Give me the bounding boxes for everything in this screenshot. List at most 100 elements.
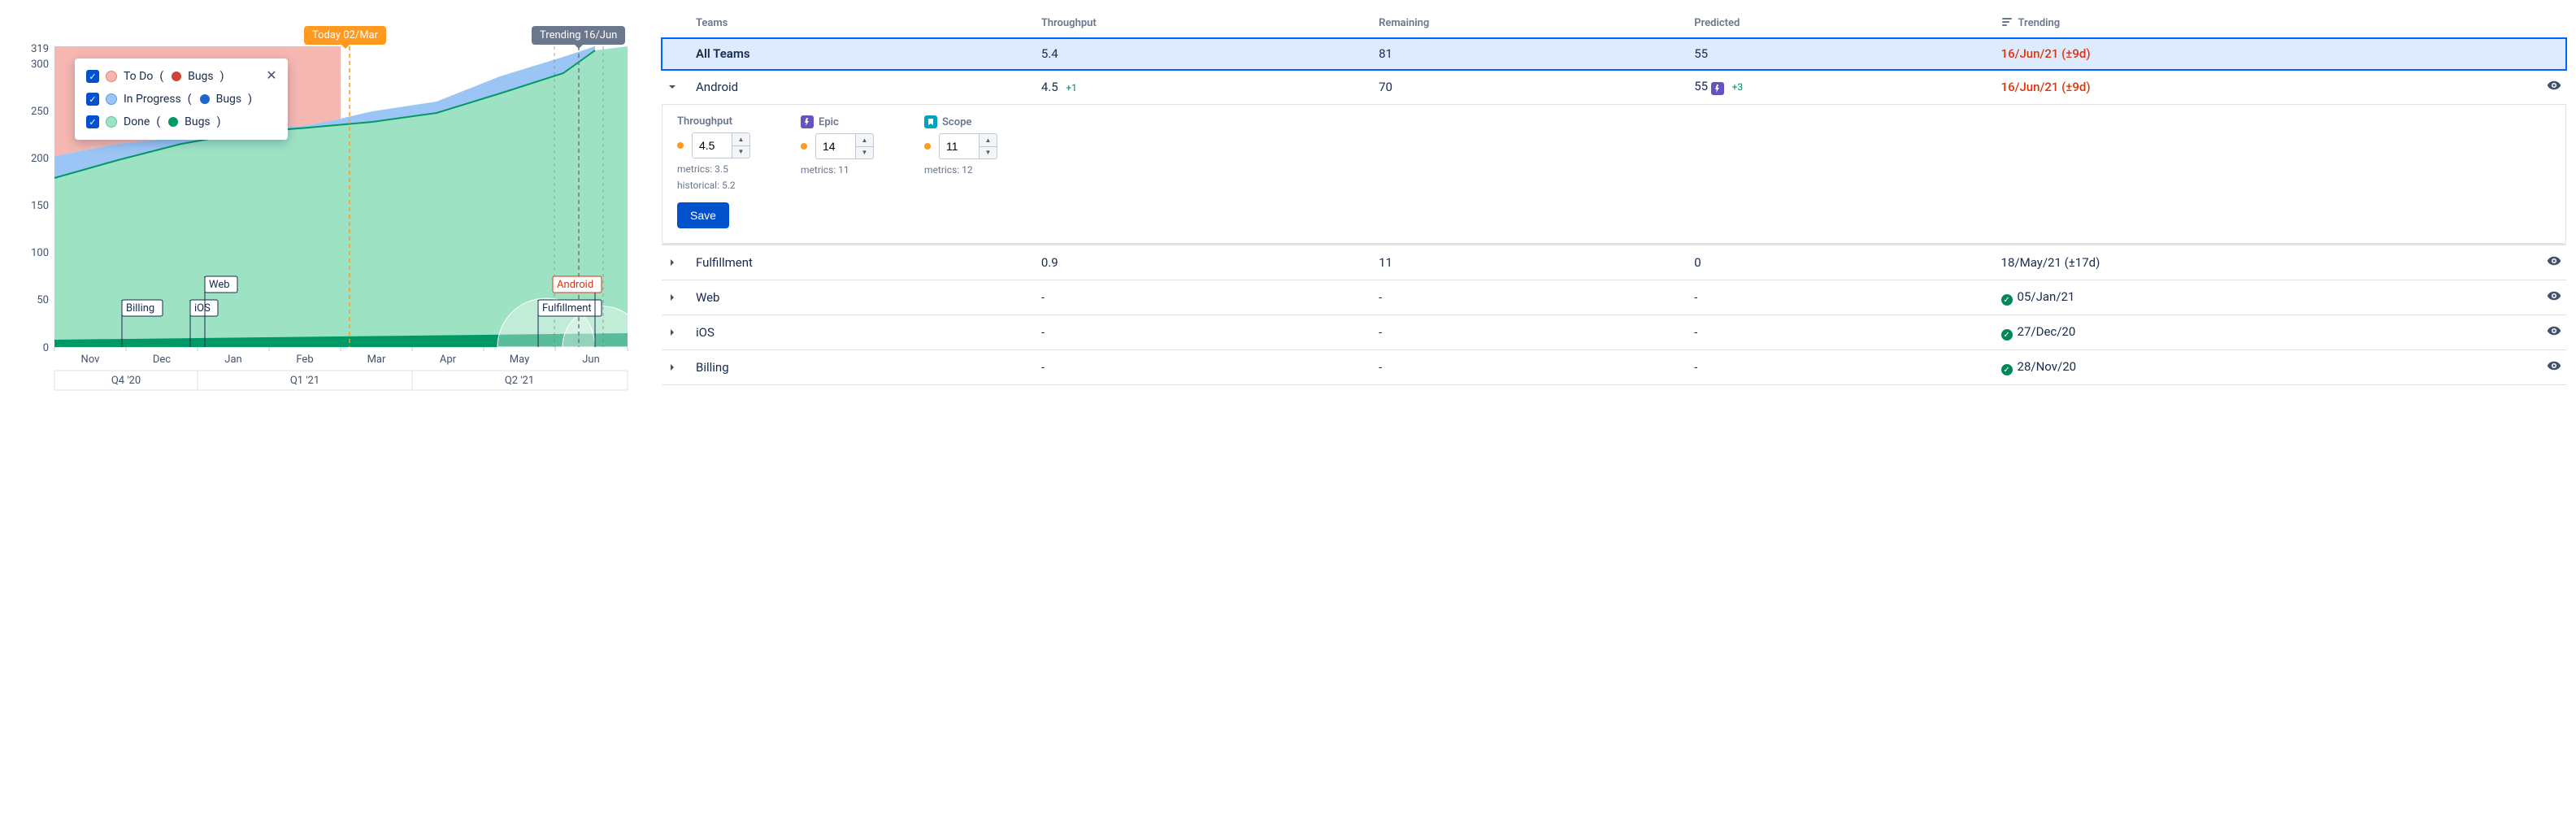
svg-text:Apr: Apr	[440, 354, 457, 366]
svg-text:Fulfillment: Fulfillment	[542, 302, 592, 315]
chevron-right-icon[interactable]	[665, 325, 680, 340]
checkbox-icon[interactable]: ✓	[86, 70, 99, 83]
table-row[interactable]: Fulfillment0.911018/May/21 (±17d)	[662, 245, 2566, 280]
cell-trending: 18/May/21 (±17d)	[1993, 245, 2537, 280]
epic-input[interactable]	[816, 134, 855, 158]
x-axis-months: Nov Dec Jan Feb Mar Apr May Jun	[54, 347, 628, 366]
save-button[interactable]: Save	[677, 202, 729, 228]
eye-icon[interactable]	[2547, 292, 2561, 306]
cell-team: iOS	[688, 315, 1033, 350]
svg-text:Dec: Dec	[153, 354, 171, 366]
cell-predicted: 55 +3	[1686, 70, 1992, 105]
svg-text:200: 200	[31, 153, 49, 165]
sort-icon	[2001, 16, 2013, 28]
cell-predicted: 0	[1686, 245, 1992, 280]
col-teams[interactable]: Teams	[688, 10, 1033, 38]
eye-icon[interactable]	[2547, 81, 2561, 96]
eye-icon[interactable]	[2547, 257, 2561, 271]
chevron-right-icon[interactable]	[665, 290, 680, 305]
metric-hint: metrics: 11	[801, 164, 898, 176]
svg-text:Jun: Jun	[582, 354, 600, 366]
svg-text:Mar: Mar	[367, 354, 386, 366]
legend-item-todo[interactable]: ✓ To Do ( Bugs )	[86, 70, 252, 83]
svg-text:Android: Android	[557, 279, 593, 291]
col-predicted[interactable]: Predicted	[1686, 10, 1992, 38]
chevron-down-icon[interactable]	[665, 80, 680, 94]
override-indicator-icon	[677, 142, 684, 149]
col-visibility	[2537, 10, 2566, 38]
cell-remaining: 81	[1371, 38, 1686, 70]
field-label: Throughput	[677, 115, 775, 128]
close-icon[interactable]: ✕	[263, 67, 280, 83]
step-up-icon[interactable]: ▲	[980, 134, 997, 147]
cell-trending: 16/Jun/21 (±9d)	[1993, 38, 2537, 70]
step-up-icon[interactable]: ▲	[856, 134, 873, 147]
step-up-icon[interactable]: ▲	[732, 133, 749, 146]
metric-hint: metrics: 3.5	[677, 163, 775, 175]
cell-throughput: 5.4	[1033, 38, 1371, 70]
epic-icon	[801, 115, 814, 128]
cell-team: Billing	[688, 350, 1033, 385]
epic-stepper[interactable]: ▲▼	[815, 133, 874, 159]
field-epic: Epic ▲▼ metrics: 11	[801, 115, 898, 191]
chevron-right-icon[interactable]	[665, 360, 680, 375]
table-row[interactable]: Billing---✓28/Nov/20	[662, 350, 2566, 385]
override-indicator-icon	[924, 143, 931, 150]
step-down-icon[interactable]: ▼	[732, 146, 749, 158]
svg-text:50: 50	[37, 294, 49, 306]
cell-trending: ✓28/Nov/20	[1993, 350, 2537, 385]
col-expander	[662, 10, 688, 38]
table-row[interactable]: Web---✓05/Jan/21	[662, 280, 2566, 315]
throughput-input[interactable]	[693, 133, 732, 158]
col-throughput[interactable]: Throughput	[1033, 10, 1371, 38]
cell-team: Web	[688, 280, 1033, 315]
swatch-done-bugs	[168, 117, 178, 127]
step-down-icon[interactable]: ▼	[856, 147, 873, 159]
step-down-icon[interactable]: ▼	[980, 147, 997, 159]
checkbox-icon[interactable]: ✓	[86, 115, 99, 128]
svg-text:Billing: Billing	[126, 302, 154, 315]
svg-text:0: 0	[43, 342, 49, 354]
legend-item-inprogress[interactable]: ✓ In Progress ( Bugs )	[86, 93, 252, 106]
cell-remaining: 70	[1371, 70, 1686, 105]
check-icon: ✓	[2001, 329, 2013, 341]
swatch-inprogress-bugs	[200, 94, 210, 104]
epic-icon	[1711, 82, 1724, 95]
svg-text:Q1 '21: Q1 '21	[290, 375, 319, 387]
eye-icon[interactable]	[2547, 327, 2561, 341]
eye-icon[interactable]	[2547, 362, 2561, 376]
cell-predicted: -	[1686, 315, 1992, 350]
field-label: Scope	[924, 115, 1022, 128]
delta-up: +1	[1066, 82, 1077, 93]
row-all-teams[interactable]: All Teams 5.4 81 55 16/Jun/21 (±9d)	[662, 38, 2566, 70]
swatch-done	[106, 116, 117, 128]
legend-label: In Progress	[124, 93, 181, 106]
legend-bugs-label: Bugs	[188, 70, 214, 83]
cell-remaining: -	[1371, 315, 1686, 350]
svg-text:150: 150	[31, 200, 49, 212]
col-trending[interactable]: Trending	[1993, 10, 2537, 38]
burnup-chart: 0 50 100 150 200 250 300 319	[10, 10, 636, 396]
table-row[interactable]: iOS---✓27/Dec/20	[662, 315, 2566, 350]
cell-throughput: -	[1033, 280, 1371, 315]
checkbox-icon[interactable]: ✓	[86, 93, 99, 106]
legend-label: Done	[124, 115, 150, 128]
throughput-stepper[interactable]: ▲▼	[692, 132, 750, 158]
check-icon: ✓	[2001, 364, 2013, 375]
historical-hint: historical: 5.2	[677, 180, 775, 191]
scope-input[interactable]	[940, 134, 979, 158]
scope-icon	[924, 115, 937, 128]
chevron-right-icon[interactable]	[665, 255, 680, 270]
scope-stepper[interactable]: ▲▼	[939, 133, 997, 159]
row-android[interactable]: Android 4.5 +1 70 55 +3 16/Jun/21 (±9d)	[662, 70, 2566, 105]
cell-trending: ✓27/Dec/20	[1993, 315, 2537, 350]
cell-trending: ✓05/Jan/21	[1993, 280, 2537, 315]
svg-text:100: 100	[31, 247, 49, 259]
trending-banner[interactable]: Trending 16/Jun	[532, 26, 625, 45]
cell-remaining: -	[1371, 350, 1686, 385]
cell-team: Android	[688, 70, 1033, 105]
cell-throughput: -	[1033, 315, 1371, 350]
legend-item-done[interactable]: ✓ Done ( Bugs )	[86, 115, 252, 128]
svg-text:300: 300	[31, 59, 49, 71]
col-remaining[interactable]: Remaining	[1371, 10, 1686, 38]
